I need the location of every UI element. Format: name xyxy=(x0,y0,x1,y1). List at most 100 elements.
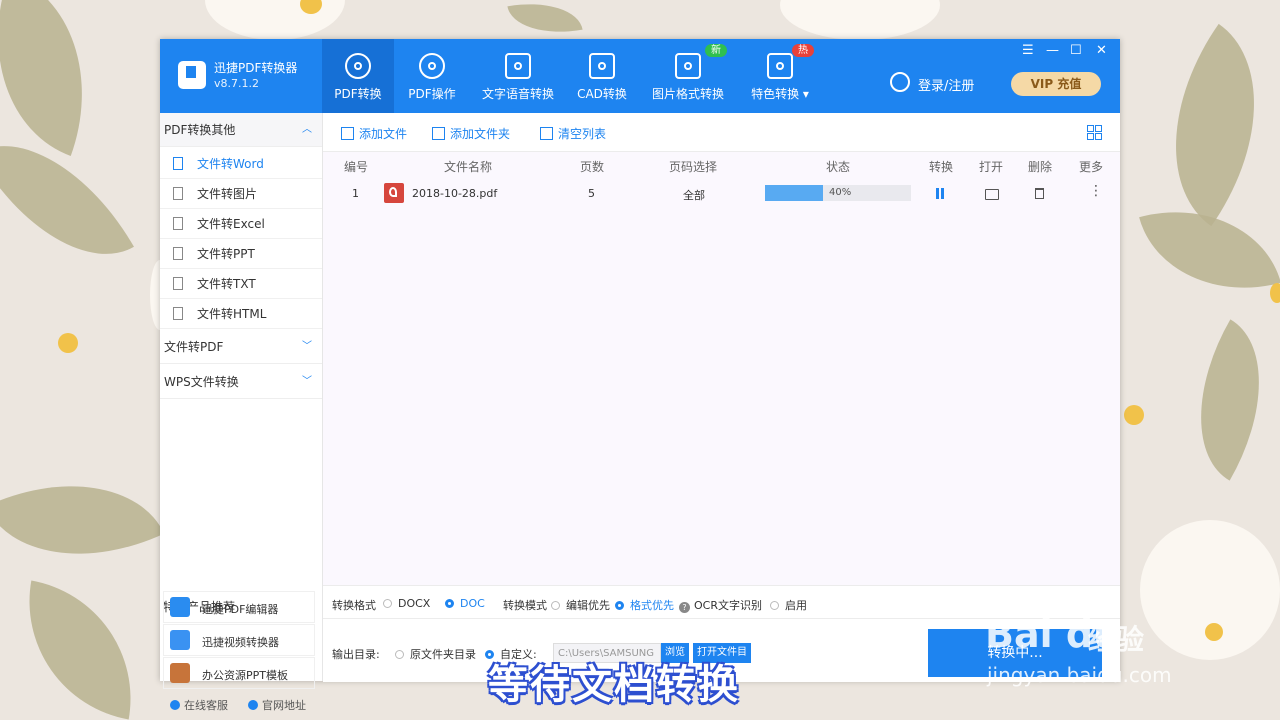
recommend-video-converter[interactable]: 迅捷视频转换器 xyxy=(163,624,315,656)
tab-pdf-operate[interactable]: PDF操作 xyxy=(396,39,468,113)
option-label: 编辑优先 xyxy=(566,599,610,612)
tab-text-speech[interactable]: 文字语音转换 xyxy=(476,39,560,113)
sidebar-item-image[interactable]: 文件转图片 xyxy=(160,179,322,209)
background-dot xyxy=(1205,623,1223,641)
format-docx[interactable]: DOCX xyxy=(383,597,430,610)
row-pages: 5 xyxy=(588,187,595,200)
background-leaf xyxy=(507,0,583,42)
tab-cad[interactable]: CAD转换 xyxy=(570,39,634,113)
tab-label: 图片格式转换 xyxy=(651,87,724,101)
mode-label: 转换模式 xyxy=(503,599,547,612)
app-logo xyxy=(178,61,206,89)
menu-icon[interactable]: ☰ xyxy=(1022,43,1034,58)
excel-doc-icon xyxy=(173,217,183,230)
image-doc-icon xyxy=(173,187,183,200)
sidebar-item-ppt[interactable]: 文件转PPT xyxy=(160,239,322,269)
radio-icon xyxy=(551,601,560,610)
item-label: 文件转HTML xyxy=(197,307,267,321)
item-label: 文件转Word xyxy=(197,157,264,171)
folder-open-icon[interactable] xyxy=(985,189,999,200)
option-label: 原文件夹目录 xyxy=(410,648,476,661)
col-status: 状态 xyxy=(826,160,851,174)
background-leaf xyxy=(0,442,165,598)
maximize-icon[interactable]: ☐ xyxy=(1070,43,1082,58)
ocr-label: ? OCR文字识别 xyxy=(679,597,762,613)
radio-selected-icon xyxy=(445,599,454,608)
minimize-icon[interactable]: — xyxy=(1046,43,1059,58)
headset-icon xyxy=(170,700,180,710)
chevron-down-icon: ﹀ xyxy=(302,376,312,387)
sidebar-section-pdf-other[interactable]: PDF转换其他 ︿ xyxy=(160,113,322,147)
cad-icon xyxy=(589,53,615,79)
background-flower xyxy=(205,0,345,40)
sidebar-item-excel[interactable]: 文件转Excel xyxy=(160,209,322,239)
baidu-watermark-url: jingyan.baidu.com xyxy=(987,663,1172,687)
radio-icon xyxy=(770,601,779,610)
pdf-file-icon xyxy=(384,183,404,203)
mode-edit-first[interactable]: 编辑优先 xyxy=(551,597,610,613)
main-panel: 添加文件 添加文件夹 清空列表 编号 文件名称 页数 页码选择 状态 转换 打开… xyxy=(323,113,1120,682)
sidebar-section-to-pdf[interactable]: 文件转PDF ﹀ xyxy=(160,330,322,364)
ocr-enable[interactable]: 启用 xyxy=(770,597,807,613)
option-label: DOC xyxy=(460,597,485,610)
tab-label: PDF转换 xyxy=(334,87,382,101)
vip-button[interactable]: VIP 充值 xyxy=(1011,72,1101,96)
progress-bar: 40% xyxy=(765,185,911,201)
tab-pdf-convert[interactable]: PDF转换 xyxy=(322,39,394,113)
format-doc[interactable]: DOC xyxy=(445,597,485,610)
row-filename: 2018-10-28.pdf xyxy=(412,187,498,200)
mode-format-first[interactable]: 格式优先 xyxy=(615,597,674,613)
sidebar-item-html[interactable]: 文件转HTML xyxy=(160,299,322,329)
recommend-label: 办公资源PPT模板 xyxy=(202,669,288,682)
tab-label: PDF操作 xyxy=(408,87,456,101)
background-dot xyxy=(1124,405,1144,425)
link-label: 官网地址 xyxy=(262,699,306,712)
toolbar: 添加文件 添加文件夹 清空列表 xyxy=(323,113,1120,152)
trash-icon[interactable] xyxy=(1035,188,1044,199)
col-delete: 删除 xyxy=(1028,160,1053,174)
background-flower xyxy=(780,0,940,40)
radio-selected-icon xyxy=(615,601,624,610)
image-icon xyxy=(675,53,701,79)
more-icon[interactable]: ⋮ xyxy=(1089,183,1103,199)
hot-badge: 热 xyxy=(792,44,814,57)
row-page-range[interactable]: 全部 xyxy=(683,187,705,203)
close-icon[interactable]: ✕ xyxy=(1096,43,1107,58)
sidebar-item-word[interactable]: 文件转Word xyxy=(160,149,322,179)
sidebar: PDF转换其他 ︿ 文件转Word 文件转图片 文件转Excel 文件转PPT … xyxy=(160,113,323,712)
gear-icon xyxy=(419,53,445,79)
help-icon[interactable]: ? xyxy=(679,602,690,613)
official-site-link[interactable]: 官网地址 xyxy=(248,697,306,713)
item-label: 文件转TXT xyxy=(197,277,256,291)
output-original-dir[interactable]: 原文件夹目录 xyxy=(395,646,476,662)
recommend-ppt-template[interactable]: 办公资源PPT模板 xyxy=(163,657,315,689)
section-label: PDF转换其他 xyxy=(164,123,236,137)
chevron-down-icon: ﹀ xyxy=(302,341,312,352)
ppt-doc-icon xyxy=(173,247,183,260)
add-file-button[interactable]: 添加文件 xyxy=(341,125,407,142)
refresh-icon xyxy=(767,53,793,79)
section-label: 文件转PDF xyxy=(164,340,224,354)
online-service-link[interactable]: 在线客服 xyxy=(170,697,228,713)
row-index: 1 xyxy=(352,187,359,200)
section-label: WPS文件转换 xyxy=(164,375,239,389)
grid-view-icon[interactable] xyxy=(1087,125,1102,140)
pause-icon[interactable] xyxy=(935,188,945,199)
app-version: v8.7.1.2 xyxy=(214,77,259,90)
link-label: 在线客服 xyxy=(184,699,228,712)
tab-label: 特色转换 ▾ xyxy=(751,87,809,101)
format-label: 转换格式 xyxy=(332,599,376,612)
app-name: 迅捷PDF转换器 xyxy=(214,61,298,75)
clear-list-button[interactable]: 清空列表 xyxy=(540,125,606,142)
sidebar-item-txt[interactable]: 文件转TXT xyxy=(160,269,322,299)
table-row[interactable]: 1 2018-10-28.pdf 5 全部 40% ⋮ xyxy=(323,181,1120,207)
add-folder-button[interactable]: 添加文件夹 xyxy=(432,125,510,142)
item-label: 文件转图片 xyxy=(197,187,258,201)
col-open: 打开 xyxy=(979,160,1004,174)
recommend-pdf-editor[interactable]: 迅捷PDF编辑器 xyxy=(163,591,315,623)
sidebar-section-wps[interactable]: WPS文件转换 ﹀ xyxy=(160,365,322,399)
item-label: 文件转Excel xyxy=(197,217,265,231)
option-label: OCR文字识别 xyxy=(694,599,762,612)
button-label: 添加文件夹 xyxy=(450,127,511,141)
login-link[interactable]: 登录/注册 xyxy=(918,75,974,94)
